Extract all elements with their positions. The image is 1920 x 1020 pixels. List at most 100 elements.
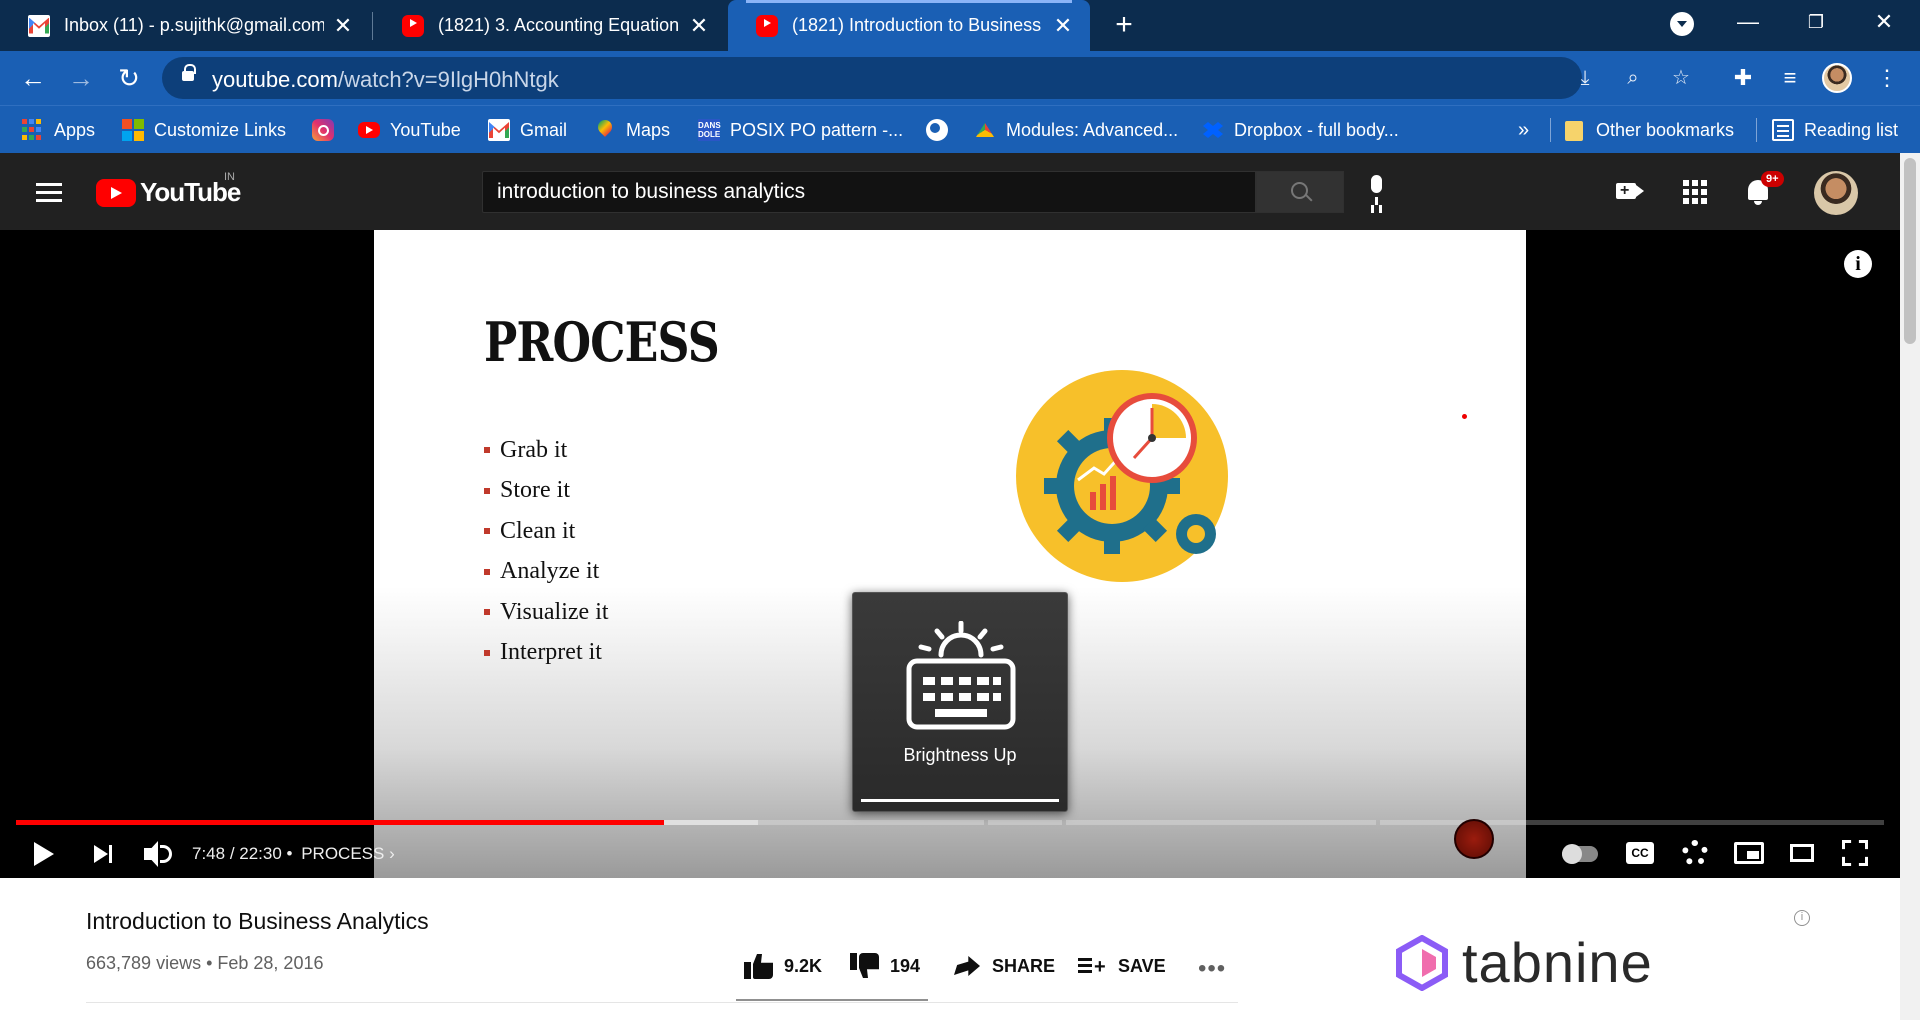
- back-button[interactable]: ←: [14, 59, 52, 97]
- url-path: /watch?v=9IlgH0hNtgk: [337, 67, 559, 92]
- scrollbar-thumb[interactable]: [1904, 158, 1916, 344]
- bookmark-posix-po-pattern[interactable]: DANS DOLE POSIX PO pattern -...: [698, 106, 903, 154]
- slide-bullet: Grab it: [484, 430, 609, 471]
- new-tab-button[interactable]: +: [1106, 8, 1142, 44]
- next-icon[interactable]: [86, 836, 122, 872]
- ad-banner[interactable]: tabnine: [1396, 930, 1653, 995]
- chapter-title[interactable]: PROCESS: [301, 844, 384, 863]
- bookmark-gmail[interactable]: Gmail: [488, 106, 567, 154]
- create-video-icon[interactable]: +: [1616, 177, 1646, 207]
- save-button[interactable]: SAVE: [1078, 952, 1166, 980]
- volume-icon[interactable]: [140, 836, 176, 872]
- view-count: 663,789 views: [86, 953, 202, 973]
- reload-button[interactable]: ↻: [110, 59, 148, 97]
- menu-icon[interactable]: [36, 183, 62, 202]
- lock-icon[interactable]: [182, 64, 196, 84]
- tab-accounting-equation[interactable]: (1821) 3. Accounting Equation In ✕: [374, 0, 726, 51]
- voice-search-icon[interactable]: [1365, 175, 1389, 209]
- bookmark-dropbox[interactable]: Dropbox - full body...: [1202, 106, 1399, 154]
- youtube-icon: [96, 178, 136, 207]
- osd-label: Brightness Up: [903, 745, 1017, 765]
- bookmarks-overflow-button[interactable]: »: [1518, 106, 1529, 154]
- install-app-icon[interactable]: ⤓: [1572, 65, 1598, 91]
- tab-introduction-business-analytics[interactable]: (1821) Introduction to Business A ✕: [728, 0, 1090, 51]
- bookmark-apps[interactable]: Apps: [22, 106, 95, 154]
- window-close-icon[interactable]: ✕: [1854, 0, 1914, 44]
- bookmark-maps[interactable]: Maps: [594, 106, 670, 154]
- address-bar[interactable]: youtube.com/watch?v=9IlgH0hNtgk ⤓ ⌕ ☆: [162, 57, 1690, 99]
- bookmark-label: Maps: [626, 119, 671, 140]
- dislike-button[interactable]: 194: [850, 952, 920, 980]
- chapter-segment[interactable]: [1066, 820, 1376, 825]
- thumbs-down-icon: [850, 952, 880, 980]
- close-icon[interactable]: ✕: [1052, 13, 1074, 39]
- slide-bullet: Clean it: [484, 511, 609, 552]
- chapter-segment[interactable]: [988, 820, 1062, 825]
- close-icon[interactable]: ✕: [332, 13, 354, 39]
- apps-grid-icon[interactable]: [1680, 177, 1710, 207]
- globe-icon: [926, 119, 948, 141]
- tab-title: (1821) 3. Accounting Equation In: [438, 15, 680, 35]
- subtitles-button[interactable]: CC: [1626, 842, 1654, 864]
- video-player[interactable]: PROCESS Grab it Store it Clean it Analyz…: [0, 230, 1900, 878]
- current-time: 7:48: [192, 844, 226, 863]
- played-bar: [16, 820, 664, 825]
- dans-doodle-icon: DANS DOLE: [698, 119, 721, 141]
- close-icon[interactable]: ✕: [688, 13, 710, 39]
- restore-icon[interactable]: ❐: [1786, 0, 1846, 44]
- bookmark-star-icon[interactable]: ☆: [1668, 65, 1694, 91]
- progress-bar[interactable]: [16, 820, 1884, 825]
- slide-bullet-list: Grab it Store it Clean it Analyze it Vis…: [484, 430, 609, 673]
- chevron-right-icon[interactable]: ›: [389, 844, 395, 863]
- search-input[interactable]: [482, 171, 1256, 213]
- like-button[interactable]: 9.2K: [744, 952, 822, 980]
- info-icon[interactable]: i: [1844, 250, 1872, 278]
- miniplayer-icon[interactable]: [1734, 842, 1764, 864]
- bookmark-modules-advanced[interactable]: Modules: Advanced...: [974, 106, 1178, 154]
- bookmark-globe[interactable]: [926, 106, 958, 154]
- url-text[interactable]: youtube.com/watch?v=9IlgH0hNtgk: [212, 67, 559, 93]
- bookmark-label: Reading list: [1804, 119, 1899, 140]
- slide-bullet: Visualize it: [484, 592, 609, 633]
- tab-gmail-inbox[interactable]: Inbox (11) - p.sujithk@gmail.com ✕: [0, 0, 370, 51]
- zoom-icon[interactable]: ⌕: [1620, 65, 1646, 91]
- forward-button[interactable]: →: [62, 59, 100, 97]
- more-options-icon[interactable]: ⋮: [1872, 63, 1902, 93]
- play-icon[interactable]: [22, 836, 66, 872]
- bookmark-label: Customize Links: [154, 119, 287, 140]
- autoplay-toggle[interactable]: [1562, 844, 1598, 864]
- youtube-icon: [358, 122, 380, 138]
- slide-bullet: Interpret it: [484, 633, 609, 674]
- youtube-logo[interactable]: YouTube IN: [96, 171, 241, 208]
- settings-gear-icon[interactable]: [1682, 840, 1708, 866]
- bookmark-youtube[interactable]: YouTube: [358, 106, 461, 154]
- bookmark-instagram[interactable]: [312, 106, 344, 154]
- search-button[interactable]: [1256, 171, 1344, 213]
- other-bookmarks-folder[interactable]: Other bookmarks: [1564, 106, 1734, 154]
- extensions-icon[interactable]: ✚: [1728, 63, 1758, 93]
- reading-list-button[interactable]: Reading list: [1772, 106, 1898, 154]
- ad-info-icon[interactable]: i: [1794, 910, 1810, 926]
- fullscreen-icon[interactable]: [1842, 840, 1868, 866]
- tab-search-icon[interactable]: [1670, 12, 1694, 36]
- like-ratio-bar: [736, 999, 928, 1001]
- chapter-segment[interactable]: [1380, 820, 1884, 825]
- region-code: IN: [224, 171, 235, 183]
- theater-mode-icon[interactable]: [1790, 844, 1814, 862]
- share-label: SHARE: [992, 955, 1056, 976]
- bookmark-customize-links[interactable]: Customize Links: [122, 106, 286, 154]
- bookmark-separator: [1756, 118, 1757, 142]
- bookmark-separator: [1550, 118, 1551, 142]
- notification-badge: 9+: [1761, 171, 1784, 187]
- media-control-icon[interactable]: ≡: [1775, 63, 1805, 93]
- tab-title: Inbox (11) - p.sujithk@gmail.com: [64, 15, 324, 35]
- url-host: youtube.com: [212, 67, 338, 92]
- account-avatar[interactable]: [1814, 171, 1858, 215]
- minimize-icon[interactable]: —: [1718, 0, 1778, 44]
- youtube-icon: [756, 14, 778, 37]
- dislike-count: 194: [890, 955, 921, 976]
- more-actions-icon[interactable]: •••: [1198, 955, 1226, 983]
- profile-avatar[interactable]: [1822, 63, 1852, 93]
- player-controls: 7:48 / 22:30 • PROCESS › CC: [0, 830, 1900, 878]
- share-button[interactable]: SHARE: [952, 952, 1055, 980]
